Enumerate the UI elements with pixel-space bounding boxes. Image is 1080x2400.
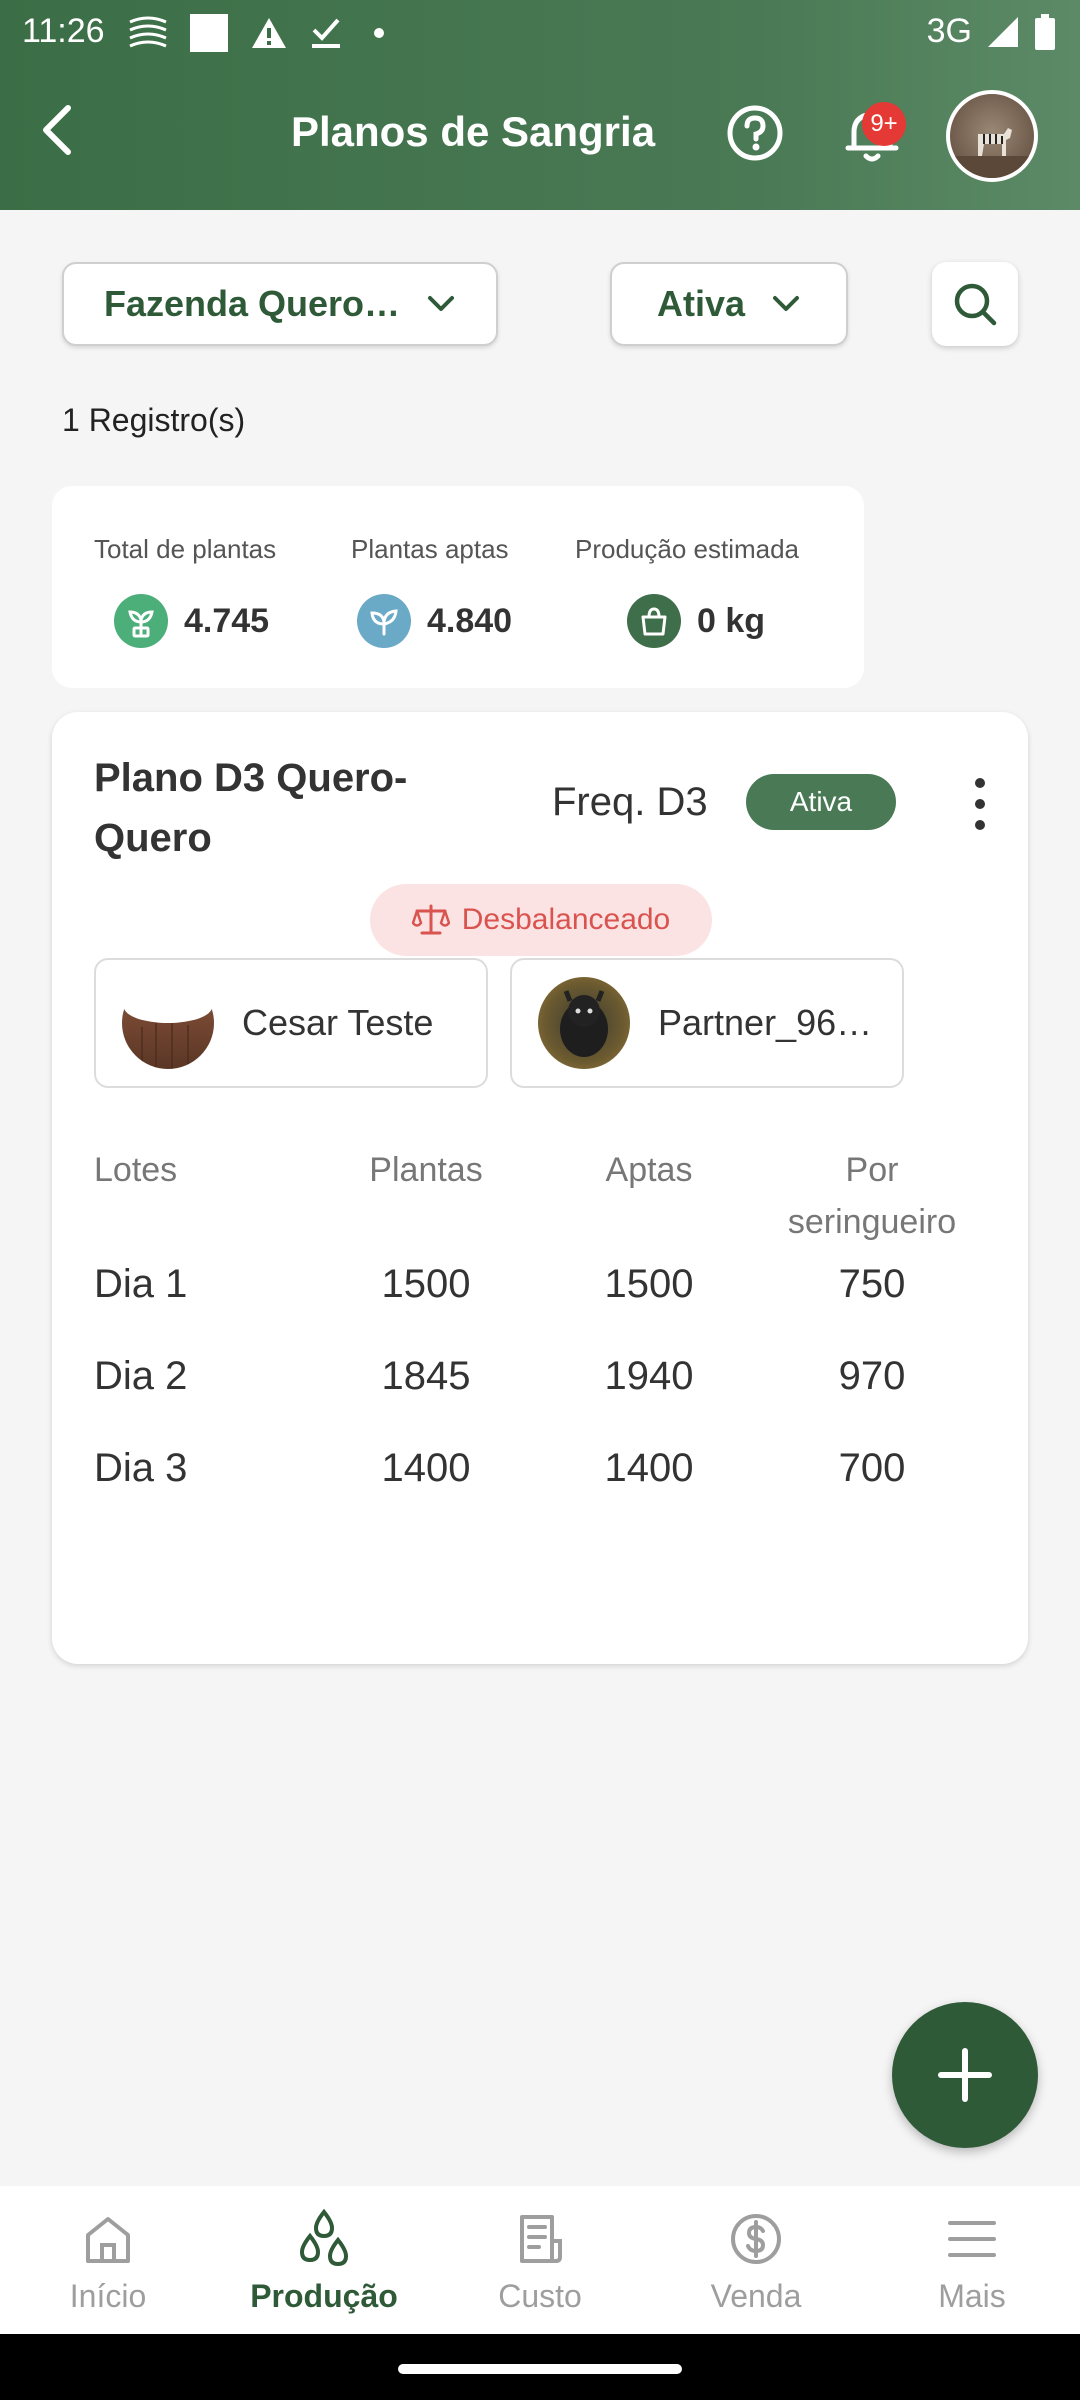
table-cell: 700 [838,1446,906,1490]
filters-row: Fazenda Quero… Ativa [0,262,1080,348]
dot-icon [374,28,384,38]
nav-label: Produção [250,2278,398,2314]
plan-card[interactable]: Plano D3 Quero-Quero Freq. D3 Ativa Desb… [52,712,1028,1664]
title-row: Planos de Sangria 9+ [0,64,1080,210]
scale-icon [411,904,450,935]
avatar [538,977,630,1069]
nav-label: Mais [938,2278,1006,2314]
help-icon[interactable] [726,104,784,162]
app-header: 11:26 3G Planos de Sangria 9+ [0,0,1080,210]
chevron-down-icon [428,296,455,311]
system-navigation-bar [0,2334,1080,2400]
table-cell: Dia 1 [94,1262,188,1306]
stat-label: Plantas aptas [351,534,509,564]
square-notification-icon [190,14,228,52]
stat-value: 4.745 [184,601,270,640]
nav-item-cost[interactable]: Custo [432,2208,648,2315]
plus-icon [938,2048,992,2102]
table-cell: 1500 [381,1262,471,1306]
menu-icon [948,2221,996,2257]
table-cell: 1500 [604,1262,694,1306]
stat-fit-plants: Plantas aptas 4.840 [351,534,512,648]
chevron-down-icon [773,296,800,311]
unbalanced-label: Desbalanceado [461,903,671,936]
nav-item-more[interactable]: Mais [864,2208,1080,2315]
status-bar: 11:26 3G [0,0,1080,64]
warning-icon [252,18,286,48]
notification-badge: 9+ [862,102,906,146]
table-header: Por seringueiro [787,1151,957,1241]
bag-icon [627,594,681,648]
search-icon [954,283,997,326]
download-done-icon [312,18,340,48]
receipt-icon [520,2215,562,2263]
table-cell: Dia 3 [94,1446,188,1490]
more-options-icon[interactable] [960,774,1000,834]
status-time: 11:26 [22,12,105,50]
stat-label: Total de plantas [94,534,277,564]
status-icons-right: 3G [927,12,1056,51]
table-cell: 970 [838,1354,906,1398]
records-count: 1 Registro(s) [62,402,246,438]
plan-frequency: Freq. D3 [552,780,708,824]
dollar-icon [731,2214,781,2264]
table-header: Lotes [94,1151,178,1189]
table-cell: 1400 [381,1446,471,1490]
sprout-icon [114,594,168,648]
stat-value: 0 kg [697,601,766,640]
stat-value: 4.840 [427,601,513,640]
stat-total-plants: Total de plantas 4.745 [94,534,277,648]
nav-item-production[interactable]: Produção [216,2208,432,2315]
plan-name: Plano D3 Quero-Quero [94,756,408,860]
nav-label: Custo [498,2278,582,2314]
table-cell: 750 [838,1262,906,1306]
table-cell: 1845 [381,1354,471,1398]
drops-icon [299,2208,349,2267]
home-icon [86,2217,130,2263]
nav-item-home[interactable]: Início [0,2208,216,2315]
farm-dropdown[interactable]: Fazenda Quero… [62,262,498,346]
add-plan-button[interactable] [892,2002,1038,2148]
page-title: Planos de Sangria [290,108,656,155]
stat-label: Produção estimada [575,534,800,564]
leaf-icon [357,594,411,648]
nav-label: Venda [710,2278,802,2314]
stats-card: Total de plantas 4.745 Plantas aptas 4.8… [52,486,864,688]
nav-item-sale[interactable]: Venda [648,2208,864,2315]
table-header: Aptas [605,1151,693,1189]
network-type: 3G [926,12,972,50]
status-badge: Ativa [746,774,896,830]
status-icons-left [128,14,384,52]
tapper-chip[interactable]: Cesar Teste [94,958,488,1088]
home-gesture-handle[interactable] [398,2364,682,2374]
stat-estimated-production: Produção estimada 0 kg [575,534,800,648]
battery-icon [1035,13,1055,50]
table-cell: 1940 [604,1354,694,1398]
partner-chip[interactable]: Partner_96… [510,958,904,1088]
farm-dropdown-label: Fazenda Quero… [103,283,401,324]
table-cell: Dia 2 [94,1354,188,1398]
bottom-navigation: Início Produção Custo Venda Mais [0,2186,1080,2334]
wifi-lines-icon [129,16,167,48]
tapper-name: Cesar Teste [242,1002,434,1043]
nav-label: Início [69,2278,147,2314]
status-dropdown-label: Ativa [656,283,746,324]
table-cell: 1400 [604,1446,694,1490]
avatar [122,977,214,1069]
signal-icon [988,16,1018,47]
partner-name: Partner_96… [658,1002,873,1043]
zebra-avatar-icon [950,128,1034,178]
user-avatar[interactable] [946,90,1038,182]
unbalanced-tag: Desbalanceado [370,884,712,956]
search-button[interactable] [932,262,1018,346]
status-dropdown[interactable]: Ativa [610,262,848,346]
table-header: Plantas [369,1151,483,1189]
